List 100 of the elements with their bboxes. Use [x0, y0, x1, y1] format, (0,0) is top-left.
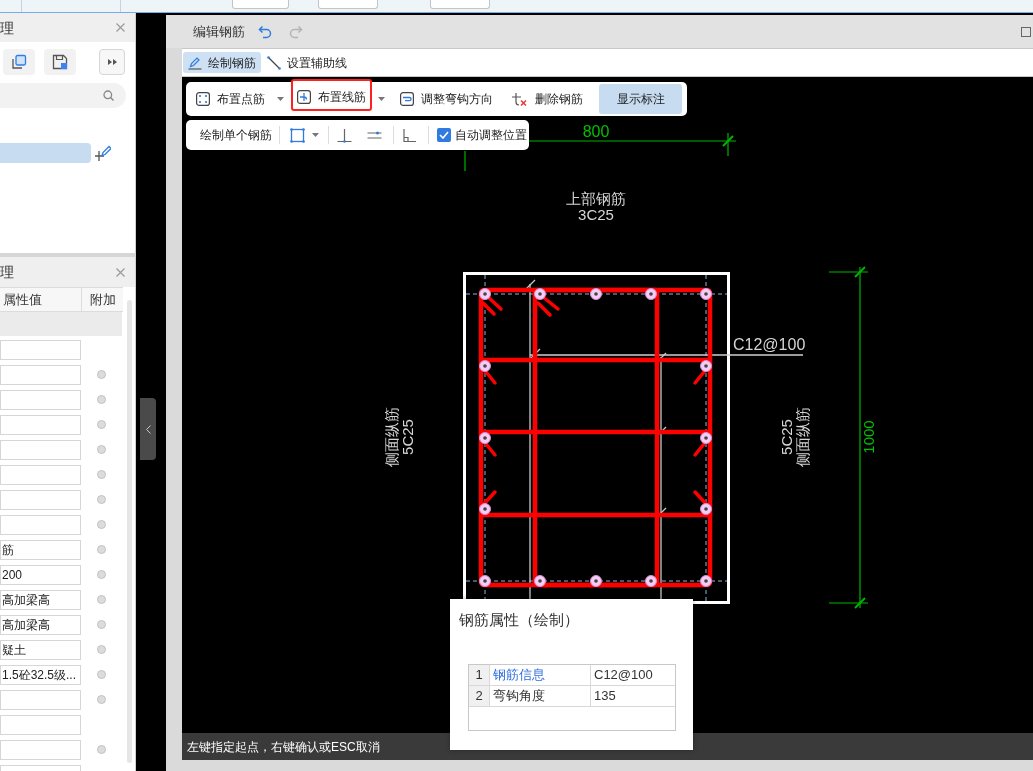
maximize-icon[interactable]: [1021, 26, 1031, 37]
search-field[interactable]: [0, 83, 126, 108]
draw-single-button[interactable]: 绘制单个钢筋: [200, 126, 272, 144]
column-header: 属性值: [0, 288, 82, 311]
input-field[interactable]: [318, 0, 378, 9]
cross-x-icon: [511, 91, 528, 107]
value-field[interactable]: [0, 514, 81, 535]
radio-button[interactable]: [97, 520, 106, 529]
radio-button[interactable]: [97, 645, 106, 654]
rebar-dot-icon: [534, 575, 546, 587]
pencil-cross-icon[interactable]: [94, 144, 111, 162]
expand-button[interactable]: [99, 49, 125, 75]
scrollbar[interactable]: [127, 300, 132, 763]
rebar-dot-icon: [479, 360, 491, 372]
radio-button[interactable]: [97, 670, 106, 679]
rebar-label: 5C25: [400, 419, 416, 455]
value-field[interactable]: [0, 364, 81, 385]
dimension-label: 1000: [861, 420, 877, 454]
checkbox-label[interactable]: 自动调整位置: [455, 126, 527, 144]
tool-button[interactable]: 布置线筋: [291, 79, 372, 111]
value-field[interactable]: [0, 464, 81, 485]
diagonal-line-icon: [267, 55, 281, 70]
square-plus-icon: [297, 90, 311, 104]
rebar-label: 侧面纵筋: [384, 407, 400, 467]
checkbox[interactable]: [437, 128, 451, 142]
radio-button[interactable]: [97, 370, 106, 379]
rectangle-icon: [289, 127, 305, 143]
row-number: 1: [469, 665, 490, 685]
radio-button[interactable]: [97, 545, 106, 554]
rebar-dot-icon: [479, 288, 491, 300]
value-field[interactable]: [0, 339, 81, 360]
rebar-dot-icon: [700, 432, 712, 444]
radio-button[interactable]: [97, 395, 106, 404]
rebar-label: 3C25: [578, 207, 614, 223]
status-text: 左键指定起点，右键确认或ESC取消: [187, 738, 380, 756]
value-field[interactable]: [0, 714, 81, 735]
value-field[interactable]: 高加梁高: [0, 614, 81, 635]
rebar-dot-icon: [479, 503, 491, 515]
radio-button[interactable]: [97, 470, 106, 479]
row-number: 2: [469, 686, 490, 706]
checkmark-icon: [439, 131, 449, 139]
property-value[interactable]: C12@100: [591, 665, 675, 685]
value-field[interactable]: 高加梁高: [0, 589, 81, 610]
radio-button[interactable]: [97, 420, 106, 429]
rebar-label: 上部钢筋: [566, 191, 626, 207]
extension-line: [464, 150, 466, 172]
rebar-dot-icon: [700, 575, 712, 587]
pencil-icon: [188, 55, 202, 70]
close-icon[interactable]: [116, 267, 125, 277]
radio-button[interactable]: [97, 495, 106, 504]
caret-icon: [311, 133, 319, 137]
rebar-dot-icon: [479, 432, 491, 444]
redo-icon[interactable]: [289, 24, 303, 39]
rebar-dot-icon: [534, 288, 546, 300]
radio-button[interactable]: [97, 570, 106, 579]
copy-icon: [11, 54, 27, 70]
square-dots-icon: [196, 92, 210, 106]
value-field[interactable]: [0, 414, 81, 435]
search-icon: [103, 90, 114, 101]
input-field[interactable]: [430, 0, 490, 9]
property-value[interactable]: 135: [591, 686, 675, 706]
value-field[interactable]: 200: [0, 564, 81, 585]
property-name: 弯钩角度: [490, 686, 591, 706]
radio-button[interactable]: [97, 745, 106, 754]
rebar-dot-icon: [700, 503, 712, 515]
value-field[interactable]: 筋: [0, 539, 81, 560]
rebar-dot-icon: [645, 575, 657, 587]
double-triangle-icon: [107, 59, 117, 65]
corner-icon[interactable]: [402, 127, 417, 143]
copy-button[interactable]: [3, 49, 35, 75]
panel-title: 理: [0, 20, 14, 35]
value-field[interactable]: [0, 739, 81, 760]
value-field[interactable]: 1.5砼32.5级...: [0, 664, 81, 685]
radio-button[interactable]: [97, 620, 106, 629]
rebar-dot-icon: [700, 288, 712, 300]
dimension-label: 800: [582, 123, 610, 140]
rebar-dot-icon: [590, 288, 602, 300]
save-icon: [52, 54, 68, 70]
tool-button[interactable]: 显示标注: [599, 84, 682, 114]
value-field[interactable]: 疑土: [0, 639, 81, 660]
radio-button[interactable]: [97, 445, 106, 454]
popup-title: 钢筋属性（绘制）: [459, 611, 579, 629]
perpendicular-icon[interactable]: [337, 127, 352, 143]
radio-button[interactable]: [97, 695, 106, 704]
value-field[interactable]: [0, 489, 81, 510]
close-icon[interactable]: [116, 23, 125, 32]
collapse-button[interactable]: [140, 398, 156, 460]
square-hook-icon: [400, 92, 414, 106]
rebar-dot-icon: [700, 360, 712, 372]
input-field[interactable]: [232, 0, 289, 9]
mode-tab[interactable]: 绘制钢筋: [183, 52, 261, 73]
window-title: 编辑钢筋: [193, 22, 245, 41]
save-button[interactable]: [44, 49, 76, 75]
radio-button[interactable]: [97, 595, 106, 604]
value-field[interactable]: [0, 389, 81, 410]
value-field[interactable]: [0, 439, 81, 460]
rebar-dot-icon: [590, 575, 602, 587]
caret-icon: [377, 97, 385, 101]
undo-icon[interactable]: [258, 24, 272, 39]
value-field[interactable]: [0, 689, 81, 710]
